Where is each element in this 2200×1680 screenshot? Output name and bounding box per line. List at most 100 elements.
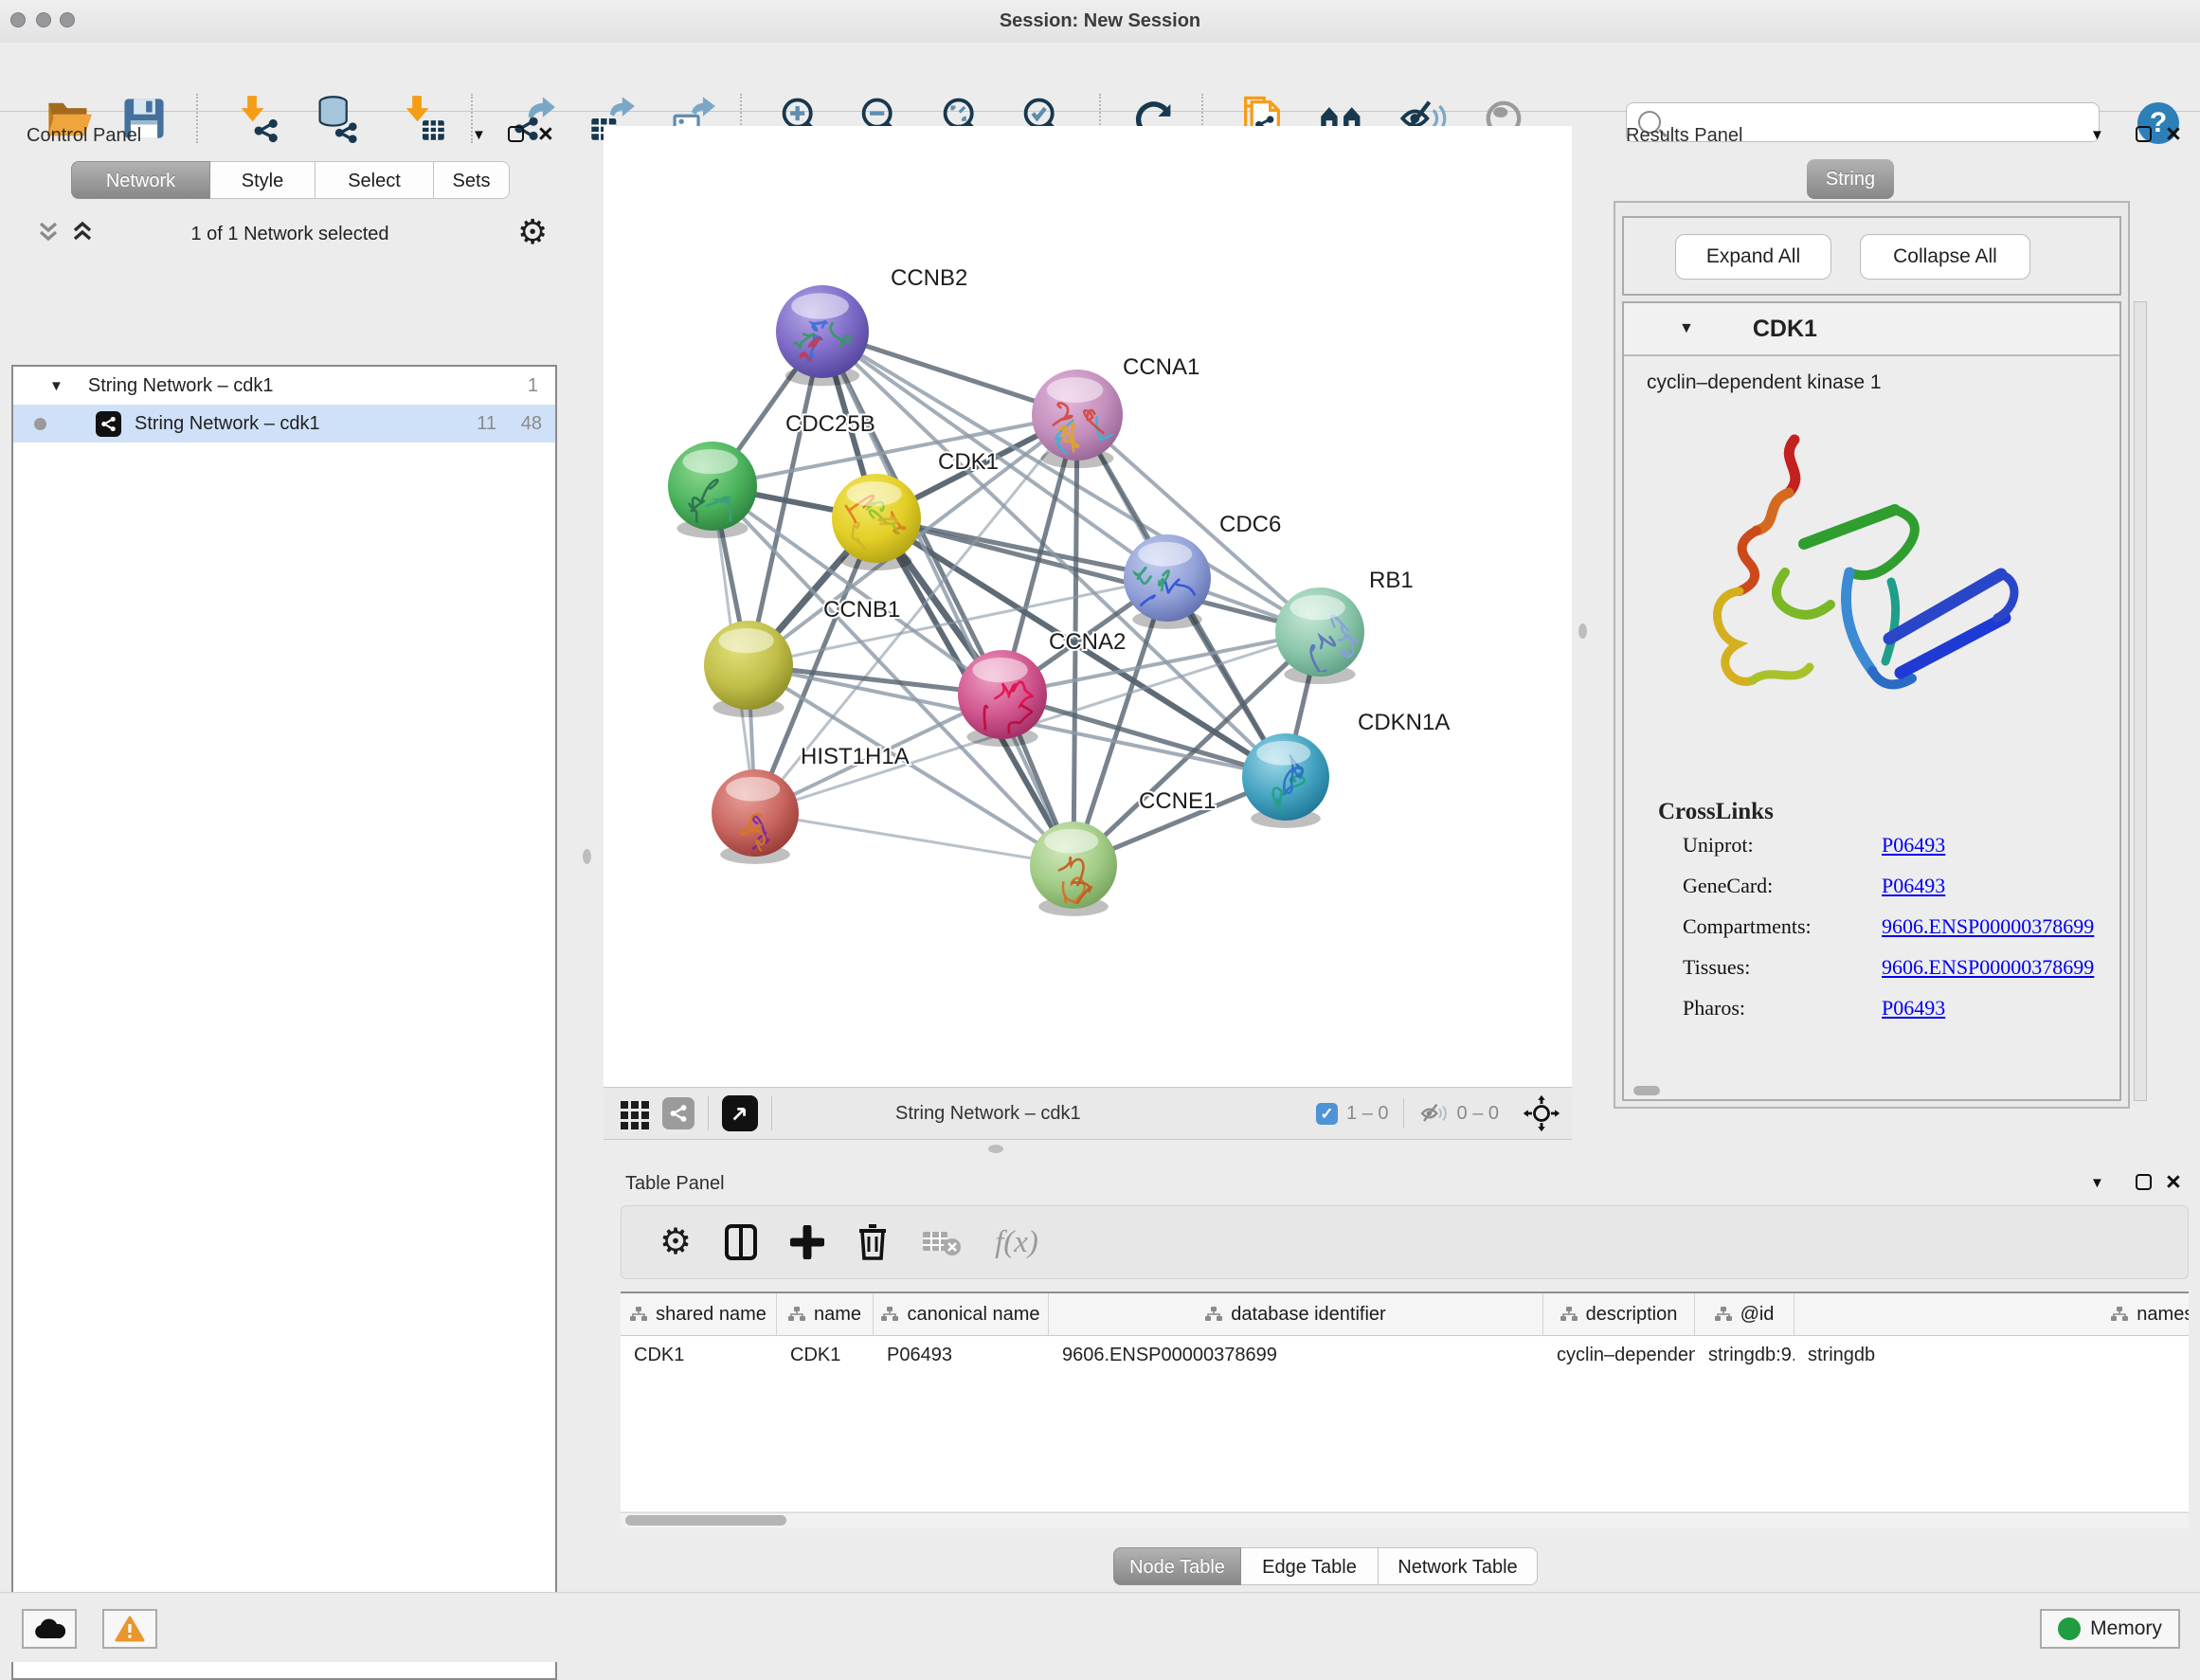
column-header-label: description xyxy=(1586,1304,1678,1326)
column-header-label: name xyxy=(814,1304,861,1326)
tab-select[interactable]: Select xyxy=(316,161,434,199)
selected-checkbox-icon[interactable]: ✓ xyxy=(1316,1103,1338,1125)
node-label-CCNA2: CCNA2 xyxy=(1049,629,1126,655)
crosslink-label: Tissues: xyxy=(1683,955,1882,980)
cell-shared-name[interactable]: CDK1 xyxy=(621,1345,777,1366)
control-panel-menu-caret-icon[interactable]: ▼ xyxy=(472,127,486,143)
cell--id[interactable]: stringdb:9... xyxy=(1695,1345,1794,1366)
string-network-graph[interactable]: CCNB2CCNA1CDC25BCDK1CDC6RB1CCNB1CCNA2CDK… xyxy=(604,126,1572,1087)
network-row[interactable]: String Network – cdk1 11 48 xyxy=(13,405,555,443)
toolbar-separator xyxy=(771,1096,772,1130)
crosslink-label: Uniprot: xyxy=(1683,833,1882,858)
column-header-shared-name[interactable]: shared name xyxy=(621,1293,777,1335)
column-header-label: shared name xyxy=(656,1304,766,1326)
network-view-title: String Network – cdk1 xyxy=(895,1103,1081,1125)
network-canvas[interactable]: CCNB2CCNA1CDC25BCDK1CDC6RB1CCNB1CCNA2CDK… xyxy=(604,126,1572,1087)
warning-status-button[interactable] xyxy=(102,1609,157,1649)
crosslink-value-link[interactable]: P06493 xyxy=(1882,996,1945,1021)
left-splitter-handle[interactable] xyxy=(583,849,591,864)
network-share-view-icon[interactable] xyxy=(662,1097,694,1129)
node-CCNA2[interactable]: CCNA2 xyxy=(958,629,1126,747)
node-CDK1[interactable]: CDK1 xyxy=(832,449,999,570)
status-bar: Memory xyxy=(0,1592,2200,1662)
table-tabs: Node Table Edge Table Network Table xyxy=(1113,1547,1538,1585)
protein-card-header[interactable]: ▼ CDK1 xyxy=(1624,303,2119,356)
crosslink-value-link[interactable]: 9606.ENSP00000378699 xyxy=(1882,955,2094,980)
show-columns-icon[interactable] xyxy=(724,1223,758,1261)
table-hscroll-thumb[interactable] xyxy=(625,1515,786,1526)
results-vscrollbar[interactable] xyxy=(2134,301,2147,1101)
right-splitter-handle[interactable] xyxy=(1578,623,1587,639)
node-CCNE1[interactable]: CCNE1 xyxy=(1030,788,1216,925)
crosslink-value-link[interactable]: 9606.ENSP00000378699 xyxy=(1882,914,2094,939)
column-header-name[interactable]: name xyxy=(777,1293,874,1335)
node-HIST1H1A[interactable]: HIST1H1A xyxy=(712,744,910,875)
collapse-all-button[interactable]: Collapse All xyxy=(1860,234,2030,280)
tab-network-table[interactable]: Network Table xyxy=(1379,1547,1538,1585)
tab-edge-table[interactable]: Edge Table xyxy=(1241,1547,1379,1585)
results-panel-menu-caret-icon[interactable]: ▼ xyxy=(2090,127,2104,143)
crosslink-value-link[interactable]: P06493 xyxy=(1882,874,1945,898)
horizontal-splitter-handle[interactable] xyxy=(988,1145,1003,1153)
network-edge-count: 48 xyxy=(521,413,542,435)
protein-name: CDK1 xyxy=(1753,316,1817,343)
cell-namespace[interactable]: stringdb xyxy=(1794,1345,2189,1366)
edge-CCNE1-HIST1H1A[interactable] xyxy=(755,813,1073,865)
node-label-CCNB2: CCNB2 xyxy=(891,265,967,291)
control-panel: Control Panel ▼ × Network Style Select S… xyxy=(0,112,580,1592)
tab-node-table[interactable]: Node Table xyxy=(1113,1547,1241,1585)
memory-status-dot-icon xyxy=(2058,1617,2081,1640)
tab-style[interactable]: Style xyxy=(210,161,316,199)
crosslinks-list: Uniprot:P06493GeneCard:P06493Compartment… xyxy=(1683,833,2119,1021)
node-label-CDKN1A: CDKN1A xyxy=(1358,710,1450,735)
tab-sets[interactable]: Sets xyxy=(434,161,510,199)
results-panel-float-icon[interactable] xyxy=(2136,126,2152,142)
expand-all-button[interactable]: Expand All xyxy=(1675,234,1831,280)
node-RB1[interactable]: RB1 xyxy=(1275,568,1414,684)
current-network-dot-icon xyxy=(34,418,46,430)
node-CDKN1A[interactable]: CDKN1A xyxy=(1242,710,1450,828)
collection-label: String Network – cdk1 xyxy=(88,375,274,397)
delete-column-trash-icon[interactable] xyxy=(857,1223,889,1261)
tab-network[interactable]: Network xyxy=(71,161,210,199)
column-header-description[interactable]: description xyxy=(1543,1293,1695,1335)
hidden-eye-icon[interactable] xyxy=(1418,1098,1449,1129)
network-node-count: 11 xyxy=(477,413,496,435)
cloud-status-button[interactable] xyxy=(22,1609,77,1649)
cell-database-identifier[interactable]: 9606.ENSP00000378699 xyxy=(1049,1345,1543,1366)
column-header-label: @id xyxy=(1740,1304,1775,1326)
apply-function-icon-disabled: f(x) xyxy=(995,1225,1038,1260)
column-header-canonical-name[interactable]: canonical name xyxy=(874,1293,1049,1335)
cell-description[interactable]: cyclin–dependent ... xyxy=(1543,1345,1695,1366)
results-panel-title: Results Panel xyxy=(1626,125,1742,147)
memory-button[interactable]: Memory xyxy=(2040,1609,2180,1649)
network-collection-row[interactable]: ▼ String Network – cdk1 1 xyxy=(13,367,555,405)
results-hscroll-thumb[interactable] xyxy=(1633,1086,1660,1095)
table-panel-float-icon[interactable] xyxy=(2136,1174,2152,1190)
crosslinks-heading: CrossLinks xyxy=(1658,799,2119,825)
control-panel-float-icon[interactable] xyxy=(508,126,524,142)
column-header-namespace[interactable]: namespace xyxy=(1794,1293,2189,1335)
birds-eye-view-icon[interactable] xyxy=(722,1095,758,1131)
tab-string[interactable]: String xyxy=(1807,159,1894,199)
crosslink-row: GeneCard:P06493 xyxy=(1683,874,2119,898)
control-panel-close-icon[interactable]: × xyxy=(538,126,553,142)
grid-view-icon[interactable] xyxy=(619,1097,651,1129)
tree-expand-caret-icon[interactable]: ▼ xyxy=(49,378,63,394)
table-toolbar: ⚙ f(x) xyxy=(621,1205,2189,1279)
column-header--id[interactable]: @id xyxy=(1695,1293,1794,1335)
cell-canonical-name[interactable]: P06493 xyxy=(874,1345,1049,1366)
column-header-database-identifier[interactable]: database identifier xyxy=(1049,1293,1543,1335)
table-panel-menu-caret-icon[interactable]: ▼ xyxy=(2090,1175,2104,1191)
protein-card-caret-icon[interactable]: ▼ xyxy=(1679,320,1694,337)
table-panel-close-icon[interactable]: × xyxy=(2166,1174,2181,1190)
cell-name[interactable]: CDK1 xyxy=(777,1345,874,1366)
results-panel-close-icon[interactable]: × xyxy=(2166,126,2181,142)
table-settings-gear-icon[interactable]: ⚙ xyxy=(659,1224,692,1260)
network-options-gear-icon[interactable]: ⚙ xyxy=(517,212,548,252)
table-hscrollbar[interactable] xyxy=(621,1512,2189,1528)
add-column-icon[interactable] xyxy=(790,1225,824,1259)
crosslink-value-link[interactable]: P06493 xyxy=(1882,833,1945,858)
pan-crosshair-icon[interactable] xyxy=(1523,1094,1560,1132)
table-row[interactable]: CDK1CDK1P064939606.ENSP00000378699cyclin… xyxy=(621,1336,2189,1374)
